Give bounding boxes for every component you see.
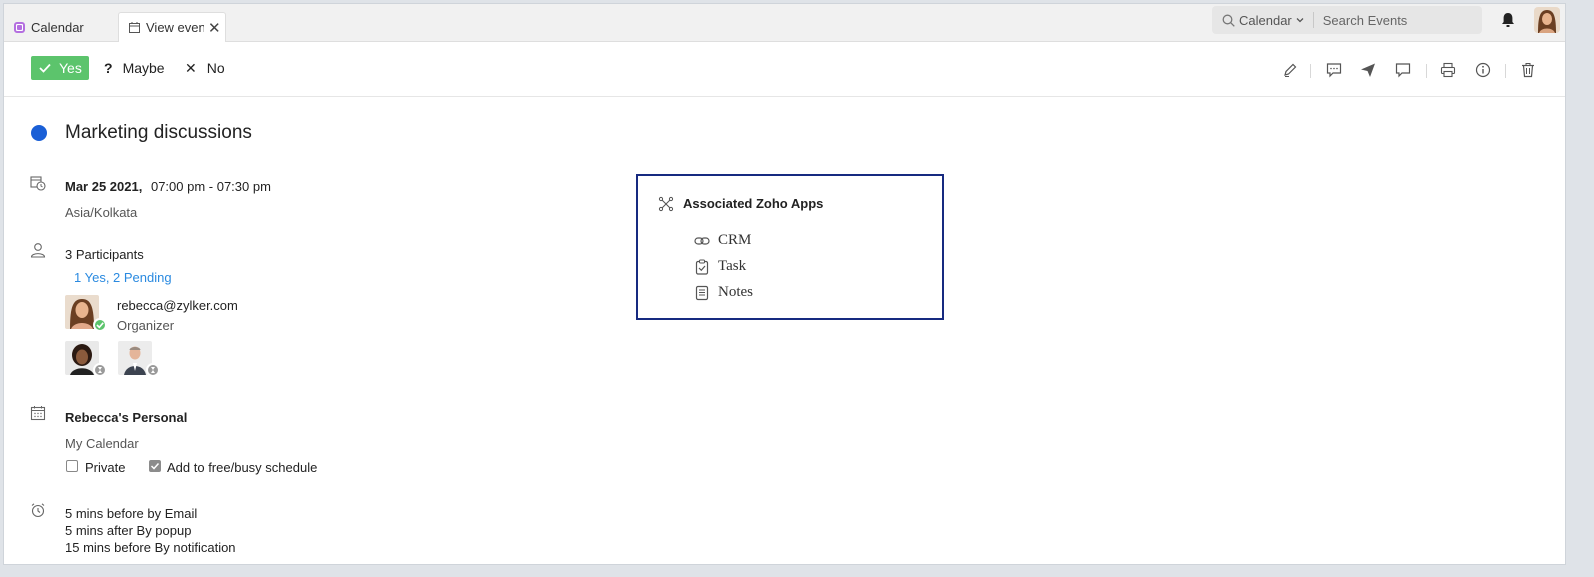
app-item-label: Task [718,258,747,274]
rsvp-no-button[interactable]: ✕ No [185,56,225,80]
pending-hourglass-icon [146,363,160,377]
event-title: Marketing discussions [65,122,252,143]
freebusy-checkbox[interactable] [149,460,161,472]
tab-view-event-label: View event [146,20,204,35]
rsvp-maybe-button[interactable]: ? Maybe [104,56,165,80]
toolbar-divider [1505,64,1506,78]
app-item-task[interactable]: Task [694,258,746,275]
rsvp-no-label: No [206,60,225,76]
participants-status-link[interactable]: 1 Yes, 2 Pending [74,270,172,285]
calendar-clock-icon [30,176,46,191]
associated-apps-title: Associated Zoho Apps [683,196,824,211]
print-icon[interactable] [1440,62,1456,78]
search-scope-label: Calendar [1239,12,1292,28]
tab-bar: Calendar View event ✕ Calendar Search Ev… [4,4,1565,42]
search-input[interactable]: Search Events [1323,13,1408,28]
event-time: 07:00 pm - 07:30 pm [150,179,271,194]
event-datetime: Mar 25 2021, 07:00 pm - 07:30 pm [65,179,271,194]
calendar-icon [129,22,140,33]
app-window: Calendar View event ✕ Calendar Search Ev… [3,3,1566,565]
calendar-name: Rebecca's Personal [65,410,188,425]
info-icon[interactable] [1475,62,1491,78]
app-item-label: Notes [718,284,753,300]
rsvp-yes-label: Yes [59,60,82,76]
reminder-item: 5 mins after By popup [65,523,192,538]
private-checkbox[interactable] [66,460,78,472]
user-avatar[interactable] [1534,7,1560,33]
app-item-notes[interactable]: Notes [694,284,753,301]
toolbar-divider [1426,64,1427,78]
chat-icon[interactable] [1326,62,1342,78]
close-icon: ✕ [185,59,197,76]
tab-view-event[interactable]: View event ✕ [118,12,226,42]
app-item-label: CRM [718,232,752,248]
event-date: Mar 25 2021, [65,179,143,194]
check-icon [39,63,51,73]
link-icon [694,236,710,245]
tab-calendar-label: Calendar [31,19,84,35]
reminder-item: 15 mins before By notification [65,540,236,555]
notes-icon [695,285,709,300]
event-color-dot [31,125,47,141]
bell-icon[interactable] [1501,12,1515,28]
search-icon [1222,14,1235,27]
toolbar-divider [1310,64,1311,78]
close-icon[interactable]: ✕ [208,19,221,37]
tab-calendar[interactable]: Calendar [14,12,84,42]
calendar-app-icon [14,21,25,33]
pending-hourglass-icon [93,363,107,377]
question-icon: ? [104,60,113,76]
action-bar: Yes ? Maybe ✕ No [4,42,1565,97]
search-scope-dropdown[interactable]: Calendar [1239,12,1314,28]
calendar-grid-icon [30,406,46,421]
freebusy-label: Add to free/busy schedule [167,460,318,475]
associated-apps-panel: Associated Zoho Apps CRM Task Notes [636,174,944,320]
person-icon [30,243,46,258]
participants-count: 3 Participants [65,247,144,262]
send-icon[interactable] [1360,62,1376,78]
calendar-group: My Calendar [65,436,139,451]
event-timezone: Asia/Kolkata [65,205,138,220]
comment-icon[interactable] [1395,62,1411,78]
trash-icon[interactable] [1520,62,1536,78]
accepted-check-icon [93,318,107,332]
search-bar[interactable]: Calendar Search Events [1212,6,1482,34]
chevron-down-icon [1296,18,1304,23]
app-item-crm[interactable]: CRM [694,232,751,249]
private-label: Private [85,460,126,475]
reminder-item: 5 mins before by Email [65,506,198,521]
rsvp-yes-button[interactable]: Yes [31,56,89,80]
clipboard-check-icon [695,259,709,275]
rsvp-maybe-label: Maybe [122,60,165,76]
alarm-clock-icon [31,503,45,518]
edit-icon[interactable] [1282,62,1298,78]
integration-icon [658,196,674,212]
organizer-email: rebecca@zylker.com [117,298,238,313]
organizer-role: Organizer [117,318,175,333]
